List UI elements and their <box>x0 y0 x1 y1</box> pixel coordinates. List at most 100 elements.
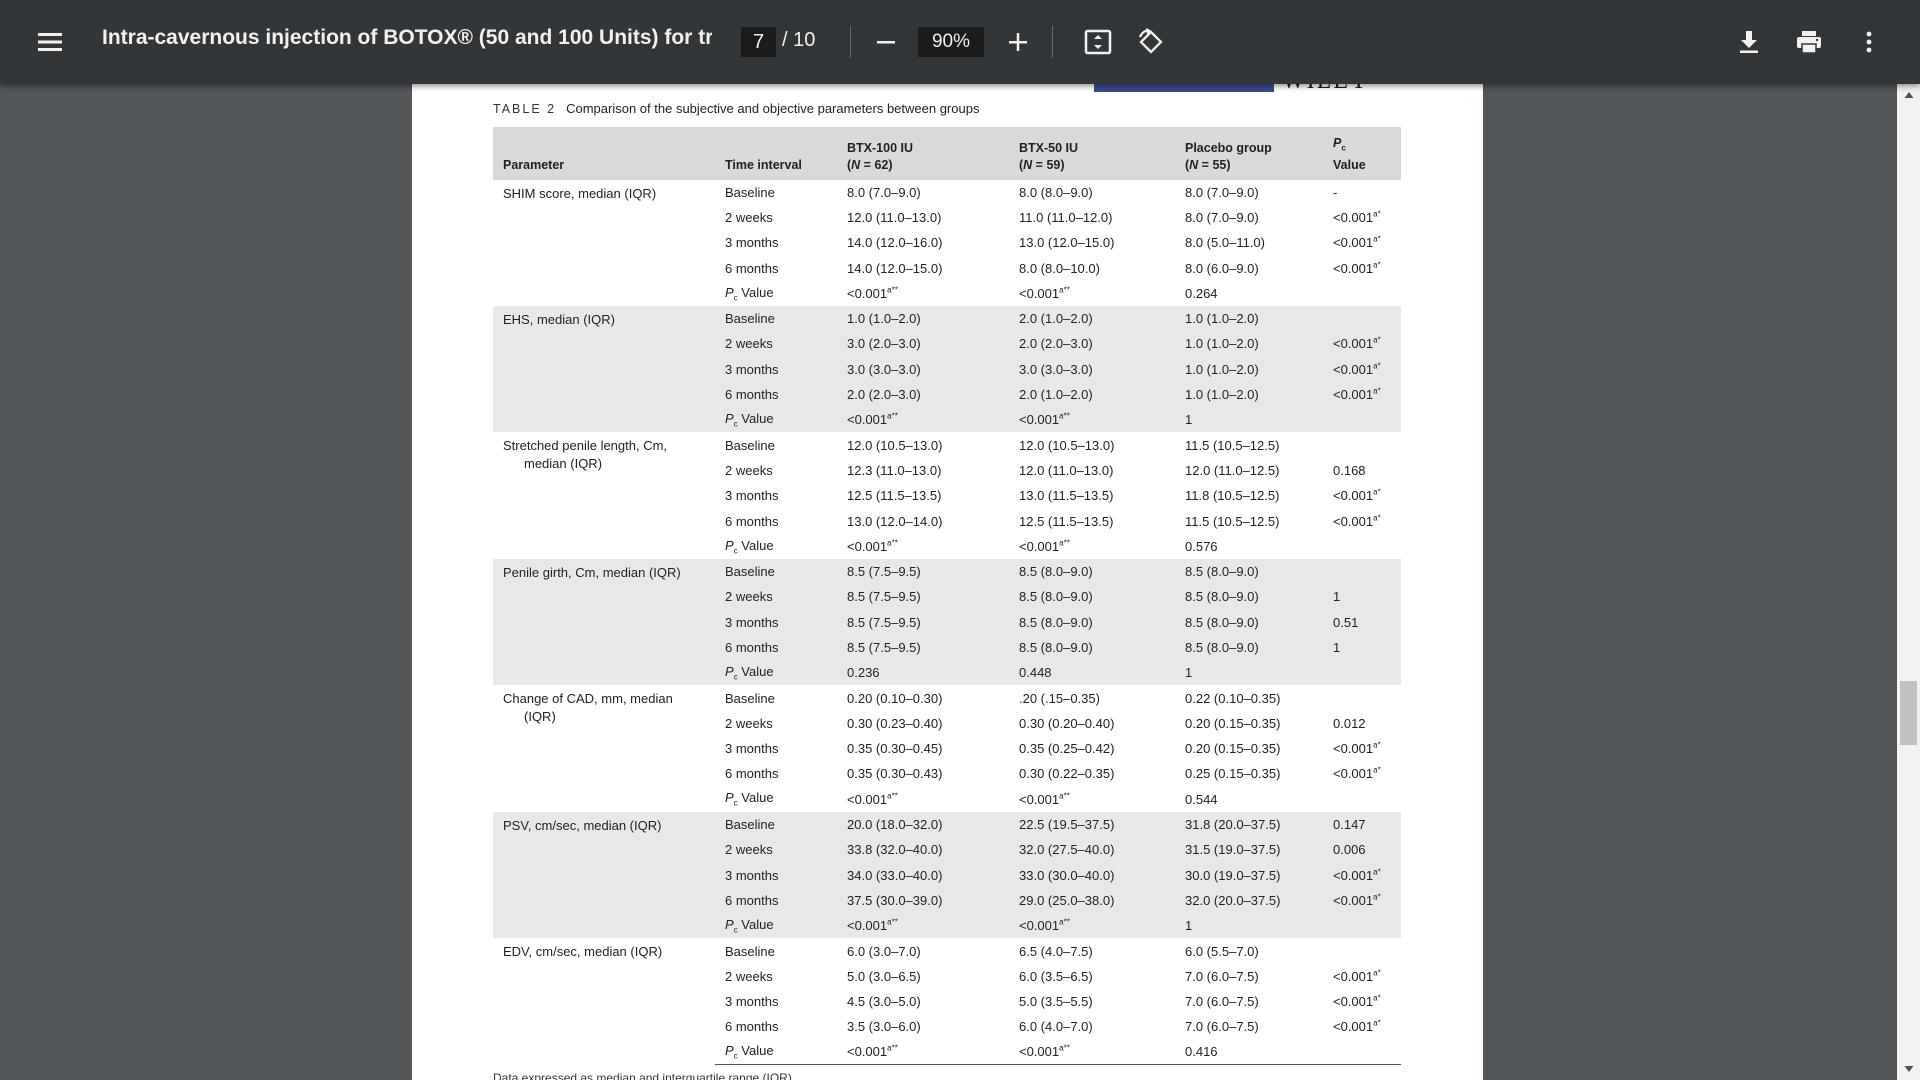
download-button[interactable] <box>1729 22 1769 62</box>
pvalue-label-cell: Pc Value <box>715 913 837 939</box>
fit-to-page-button[interactable] <box>1078 22 1118 62</box>
pc-value-cell: <0.001a* <box>1323 331 1401 357</box>
pc-value-cell <box>1323 685 1401 710</box>
time-interval-cell: Baseline <box>715 558 837 585</box>
table-row: Penile girth, Cm, median (IQR) Baseline 8.… <box>493 558 1401 686</box>
document-title: Intra-cavernous injection of BOTOX® (50 … <box>102 26 712 49</box>
menu-button[interactable] <box>30 22 70 62</box>
parameter-cell: Stretched penile length, Cm, median (IQR) <box>503 438 668 472</box>
pc-value-cell: 0.006 <box>1323 837 1401 863</box>
rotate-button[interactable] <box>1131 22 1171 62</box>
more-vertical-icon <box>1866 31 1872 53</box>
scroll-down-button[interactable] <box>1897 1058 1920 1080</box>
toolbar-divider <box>850 26 851 58</box>
btx-50-cell: 33.0 (30.0–40.0) <box>1009 862 1175 888</box>
table-row: EDV, cm/sec, median (IQR) Baseline 6.0 (3.… <box>493 938 1401 963</box>
btx-100-cell: 6.0 (3.0–7.0) <box>847 943 921 959</box>
header-btx-50: BTX-50 IU (N = 59) <box>1009 127 1175 180</box>
btx-50-cell: 3.0 (3.0–3.0) <box>1009 356 1175 382</box>
btx-50-cell: .20 (.15–0.35) <box>1019 690 1100 706</box>
placebo-cell: 30.0 (19.0–37.5) <box>1175 862 1323 888</box>
placebo-cell: 31.5 (19.0–37.5) <box>1175 837 1323 863</box>
pdf-page: WILEY TABLE 2 Comparison of the subjectiv… <box>412 84 1483 1080</box>
pc-value-cell <box>1323 787 1401 812</box>
scroll-up-button[interactable] <box>1897 84 1920 106</box>
pc-value-cell: 0.012 <box>1333 715 1366 731</box>
btx-100-cell: 3.0 (2.0–3.0) <box>837 331 1009 357</box>
time-interval-cell: 3 months <box>725 488 779 504</box>
pc-value-cell <box>1323 1039 1401 1066</box>
pvalue-label-cell: Pc Value <box>715 1039 837 1066</box>
btx-100-cell: 14.0 (12.0–16.0) <box>847 235 943 251</box>
pc-value-cell <box>1323 407 1401 433</box>
zoom-in-button[interactable] <box>1000 22 1036 62</box>
placebo-cell: 6.0 (5.5–7.0) <box>1185 943 1259 959</box>
table-caption-text: Comparison of the subjective and objecti… <box>566 101 980 116</box>
time-interval-cell: 2 weeks <box>715 837 837 863</box>
pc-value-cell: 1 <box>1323 584 1401 610</box>
plus-icon <box>1009 33 1027 51</box>
publisher-logo: WILEY <box>1282 84 1369 95</box>
btx-100-cell: 0.35 (0.30–0.45) <box>847 741 943 757</box>
scrollbar-thumb[interactable] <box>1900 681 1917 745</box>
btx-50-cell: 6.0 (3.5–6.5) <box>1019 968 1093 984</box>
pc-value-cell: <0.001a* <box>1333 209 1381 225</box>
btx-100-cell: 12.0 (11.0–13.0) <box>847 209 942 225</box>
placebo-cell: 0.20 (0.15–0.35) <box>1185 715 1281 731</box>
btx-100-cell: 8.5 (7.5–9.5) <box>837 558 1009 585</box>
table-row: EHS, median (IQR) Baseline 1.0 (1.0–2.0) 2.… <box>493 305 1401 433</box>
btx-50-cell: 2.0 (2.0–3.0) <box>1009 331 1175 357</box>
page-number-input[interactable]: 7 <box>741 27 776 57</box>
placebo-pvalue-cell: 1 <box>1175 913 1323 939</box>
btx-100-cell: 13.0 (12.0–14.0) <box>847 513 943 529</box>
btx-50-cell: 12.0 (11.0–13.0) <box>1019 462 1114 478</box>
vertical-scrollbar[interactable] <box>1897 84 1920 1080</box>
time-interval-cell: 6 months <box>725 260 779 276</box>
zoom-out-button[interactable] <box>868 22 904 62</box>
btx-100-cell: 0.20 (0.10–0.30) <box>847 690 943 706</box>
btx-100-pvalue-cell: <0.001a** <box>837 913 1009 939</box>
pc-value-cell: <0.001a* <box>1333 487 1381 504</box>
print-button[interactable] <box>1789 22 1829 62</box>
placebo-cell: 7.0 (6.0–7.5) <box>1185 968 1259 984</box>
parameter-cell: Change of CAD, mm, median (IQR) <box>503 691 673 725</box>
placebo-cell: 1.0 (1.0–2.0) <box>1175 305 1323 332</box>
btx-50-cell: 8.5 (8.0–9.0) <box>1009 609 1175 635</box>
time-interval-cell: Baseline <box>725 184 775 200</box>
pc-value-cell <box>1323 913 1401 939</box>
btx-100-cell: 1.0 (1.0–2.0) <box>837 305 1009 332</box>
btx-50-cell: 8.5 (8.0–9.0) <box>1009 584 1175 610</box>
table-row: Stretched penile length, Cm, median (IQR)… <box>493 432 1401 472</box>
more-options-button[interactable] <box>1849 22 1889 62</box>
parameter-cell: PSV, cm/sec, median (IQR) <box>493 811 715 939</box>
time-interval-cell: Baseline <box>725 943 775 959</box>
zoom-level-input[interactable]: 90% <box>918 27 984 57</box>
time-interval-cell: 6 months <box>725 766 779 782</box>
btx-100-cell: 14.0 (12.0–15.0) <box>847 260 943 276</box>
placebo-pvalue-cell: 1 <box>1175 407 1323 433</box>
pdf-toolbar: Intra-cavernous injection of BOTOX® (50 … <box>0 0 1920 84</box>
time-interval-cell: 6 months <box>715 887 837 914</box>
btx-100-cell: 2.0 (2.0–3.0) <box>837 381 1009 408</box>
btx-100-cell: 3.5 (3.0–6.0) <box>847 1019 921 1035</box>
btx-50-cell: 13.0 (12.0–15.0) <box>1019 235 1115 251</box>
header-pc-value: Pc Value <box>1323 127 1401 180</box>
pc-value-cell: <0.001a* <box>1333 740 1381 757</box>
comparison-table: Parameter Time interval BTX-100 IU (N = 6… <box>493 127 1401 1066</box>
placebo-cell: 11.8 (10.5–12.5) <box>1185 488 1280 504</box>
pc-value-cell: <0.001a* <box>1323 381 1401 408</box>
header-time-interval: Time interval <box>715 127 837 180</box>
btx-50-cell: 8.5 (8.0–9.0) <box>1009 634 1175 661</box>
time-interval-cell: 6 months <box>715 634 837 661</box>
time-interval-cell: Baseline <box>725 437 775 453</box>
btx-50-cell: 0.30 (0.22–0.35) <box>1019 766 1115 782</box>
placebo-cell: 11.5 (10.5–12.5) <box>1185 437 1280 453</box>
pc-value-cell: <0.001a* <box>1333 513 1381 529</box>
placebo-cell: 1.0 (1.0–2.0) <box>1175 356 1323 382</box>
time-interval-cell: 3 months <box>725 994 779 1010</box>
btx-50-cell: 32.0 (27.5–40.0) <box>1009 837 1175 863</box>
btx-100-cell: 12.3 (11.0–13.0) <box>847 462 942 478</box>
btx-100-cell: 34.0 (33.0–40.0) <box>837 862 1009 888</box>
table-group: PSV, cm/sec, median (IQR) Baseline 20.0 (1… <box>493 811 1401 939</box>
time-interval-cell: 3 months <box>725 235 779 251</box>
